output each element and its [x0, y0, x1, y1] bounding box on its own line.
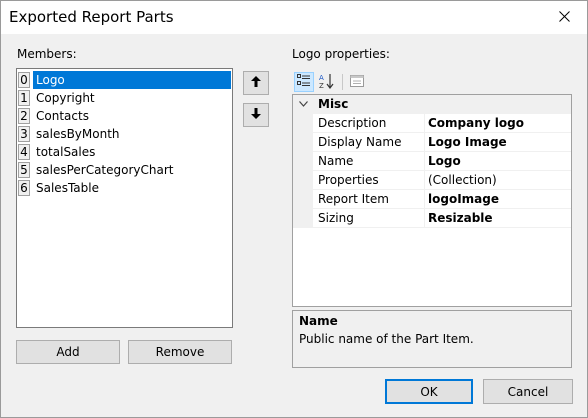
- list-item[interactable]: 2 Contacts: [18, 107, 231, 125]
- list-item-index: 2: [18, 108, 30, 124]
- alphabetical-button[interactable]: A Z: [317, 72, 337, 92]
- property-row[interactable]: Name Logo: [293, 152, 571, 171]
- list-item-index: 0: [18, 72, 30, 88]
- property-name: Description: [318, 116, 387, 130]
- sort-alphabetical-icon: A Z: [319, 73, 335, 92]
- column-divider[interactable]: [424, 209, 425, 228]
- categorized-icon: [297, 73, 311, 91]
- column-divider[interactable]: [424, 190, 425, 209]
- row-gutter: [293, 133, 313, 152]
- close-icon: [558, 10, 570, 25]
- close-button[interactable]: [541, 1, 587, 34]
- list-item-index: 3: [18, 126, 30, 142]
- row-gutter: [293, 114, 313, 133]
- category-row-misc[interactable]: Misc: [293, 95, 571, 114]
- list-item[interactable]: 5 salesPerCategoryChart: [18, 161, 231, 179]
- property-value[interactable]: Resizable: [428, 209, 493, 228]
- property-pages-button[interactable]: [347, 72, 367, 92]
- property-row[interactable]: Report Item logoImage: [293, 190, 571, 209]
- list-item-label: totalSales: [36, 145, 96, 159]
- toolbar-separator: [342, 74, 343, 90]
- description-panel: Name Public name of the Part Item.: [292, 310, 572, 368]
- list-item[interactable]: 1 Copyright: [18, 89, 231, 107]
- svg-text:Z: Z: [319, 82, 324, 89]
- row-divider: [313, 227, 571, 228]
- list-item-index: 6: [18, 180, 30, 196]
- cancel-button[interactable]: Cancel: [483, 379, 573, 404]
- list-item[interactable]: 6 SalesTable: [18, 179, 231, 197]
- column-divider[interactable]: [424, 152, 425, 171]
- list-item[interactable]: 3 salesByMonth: [18, 125, 231, 143]
- list-item-label: Logo: [33, 71, 231, 89]
- description-title: Name: [299, 314, 338, 328]
- list-item-label: Contacts: [36, 109, 89, 123]
- property-grid[interactable]: Misc Description Company logo Display Name…: [292, 94, 572, 307]
- ok-button[interactable]: OK: [385, 379, 473, 404]
- chevron-down-icon[interactable]: [297, 98, 309, 110]
- list-item-index: 1: [18, 90, 30, 106]
- dialog-window: Exported Report Parts Members: 0 Logo 1 Cop…: [0, 0, 588, 418]
- row-gutter: [293, 152, 313, 171]
- list-item-label: salesByMonth: [36, 127, 120, 141]
- description-text: Public name of the Part Item.: [299, 332, 474, 346]
- property-value[interactable]: Company logo: [428, 114, 524, 133]
- row-gutter: [293, 190, 313, 209]
- add-button[interactable]: Add: [16, 340, 120, 364]
- property-row[interactable]: Sizing Resizable: [293, 209, 571, 228]
- property-name: Name: [318, 154, 354, 168]
- categorized-button[interactable]: [294, 72, 314, 92]
- window-title: Exported Report Parts: [9, 8, 174, 26]
- property-row[interactable]: Display Name Logo Image: [293, 133, 571, 152]
- property-row[interactable]: Properties (Collection): [293, 171, 571, 190]
- row-gutter: [293, 171, 313, 190]
- property-name: Display Name: [318, 135, 402, 149]
- column-divider[interactable]: [424, 133, 425, 152]
- property-value[interactable]: logoImage: [428, 190, 499, 209]
- remove-button[interactable]: Remove: [128, 340, 232, 364]
- arrow-up-icon: [251, 76, 261, 90]
- column-divider[interactable]: [424, 171, 425, 190]
- move-up-button[interactable]: [243, 71, 269, 95]
- list-item[interactable]: 4 totalSales: [18, 143, 231, 161]
- list-item[interactable]: 0 Logo: [18, 71, 231, 89]
- property-pages-icon: [350, 74, 364, 90]
- list-item-label: Copyright: [36, 91, 95, 105]
- property-value[interactable]: (Collection): [428, 171, 497, 190]
- column-divider[interactable]: [424, 114, 425, 133]
- title-bar: Exported Report Parts: [1, 1, 587, 34]
- property-value[interactable]: Logo: [428, 152, 461, 171]
- list-item-label: salesPerCategoryChart: [36, 163, 174, 177]
- row-gutter: [293, 209, 313, 228]
- property-name: Sizing: [318, 211, 354, 225]
- svg-text:A: A: [319, 74, 324, 82]
- property-name: Properties: [318, 173, 379, 187]
- list-item-label: SalesTable: [36, 181, 99, 195]
- move-down-button[interactable]: [243, 103, 269, 127]
- members-label: Members:: [17, 47, 77, 61]
- arrow-down-icon: [251, 108, 261, 122]
- property-value[interactable]: Logo Image: [428, 133, 507, 152]
- properties-label: Logo properties:: [292, 47, 390, 61]
- list-item-index: 5: [18, 162, 30, 178]
- property-name: Report Item: [318, 192, 389, 206]
- members-list[interactable]: 0 Logo 1 Copyright 2 Contacts 3 salesByMonth 4 to…: [16, 68, 233, 328]
- category-label: Misc: [318, 97, 349, 111]
- property-row[interactable]: Description Company logo: [293, 114, 571, 133]
- list-item-index: 4: [18, 144, 30, 160]
